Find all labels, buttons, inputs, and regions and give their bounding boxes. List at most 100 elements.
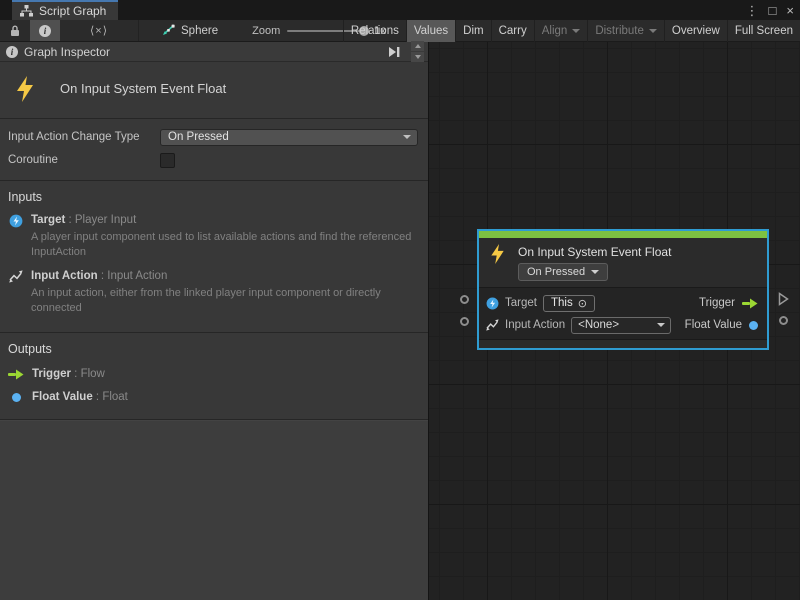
chevron-down-icon <box>403 135 411 139</box>
full-screen-button[interactable]: Full Screen <box>727 20 800 42</box>
graph-reference-button[interactable]: Sphere <box>153 20 226 41</box>
port-type: Flow <box>81 368 105 380</box>
coroutine-label: Coroutine <box>8 154 160 166</box>
float-value-output-port[interactable] <box>779 316 788 325</box>
chevron-down-icon <box>657 323 665 327</box>
list-item: Trigger : Flow <box>0 363 428 386</box>
tab-script-graph[interactable]: Script Graph <box>12 0 118 20</box>
toolbar: i ⟨×⟩ Sphere Zoom 1x Relations Values Di… <box>0 20 800 42</box>
graph-reference-label: Sphere <box>181 25 218 37</box>
input-action-dropdown[interactable]: <None> <box>571 317 671 334</box>
type-separator: : <box>65 214 75 226</box>
change-type-label: Input Action Change Type <box>8 131 160 143</box>
flow-arrow-icon <box>8 369 24 380</box>
align-button[interactable]: Align <box>534 20 588 42</box>
graph-canvas[interactable]: On Input System Event Float On Pressed <box>429 42 800 600</box>
tab-label: Script Graph <box>39 4 106 18</box>
chevron-down-icon <box>591 270 599 274</box>
node-change-type-dropdown[interactable]: On Pressed <box>518 263 608 281</box>
change-type-value: On Pressed <box>168 131 229 143</box>
change-type-dropdown[interactable]: On Pressed <box>160 129 418 146</box>
outputs-section: Outputs Trigger : Flow Floa <box>0 333 428 420</box>
object-picker-icon[interactable]: ⊙ <box>578 297 587 310</box>
float-port-icon[interactable] <box>749 321 758 330</box>
inspected-node-summary: On Input System Event Float <box>0 62 428 119</box>
script-graph-icon <box>161 24 175 37</box>
flow-arrow-icon[interactable] <box>742 298 758 309</box>
script-graph-window: Script Graph ⋮ □ × i ⟨×⟩ Sphe <box>0 0 800 600</box>
trigger-port-label: Trigger <box>699 297 735 309</box>
player-input-port-icon <box>486 297 499 310</box>
inspector-spinner <box>411 41 424 63</box>
port-name: Target <box>31 214 65 226</box>
input-action-input-port[interactable] <box>460 317 469 326</box>
port-name: Trigger <box>32 368 71 380</box>
lock-icon <box>10 25 20 37</box>
inputs-section-title: Inputs <box>0 187 428 211</box>
node-title: On Input System Event Float <box>518 243 671 259</box>
node-event-accent-bar <box>479 231 767 238</box>
relations-button[interactable]: Relations <box>343 20 406 42</box>
dim-button[interactable]: Dim <box>455 20 490 42</box>
float-value-port-label: Float Value <box>685 319 742 331</box>
type-separator: : <box>71 368 81 380</box>
node-header[interactable]: On Input System Event Float On Pressed <box>479 238 767 287</box>
node-row-input-action: Input Action <None> Float Value <box>486 314 758 336</box>
port-type: Input Action <box>107 270 167 282</box>
graph-hierarchy-icon <box>20 5 33 17</box>
event-bolt-icon <box>489 243 506 265</box>
input-action-port-icon <box>486 319 499 331</box>
panel-dock-icon[interactable] <box>387 46 401 58</box>
inspector-header: i Graph Inspector <box>0 42 428 62</box>
distribute-label: Distribute <box>595 25 644 37</box>
zoom-label: Zoom <box>252 25 280 37</box>
inspector-fields: Input Action Change Type On Pressed Coro… <box>0 119 428 181</box>
target-object-field[interactable]: This ⊙ <box>543 295 595 312</box>
node-row-target: Target This ⊙ Trigger <box>486 292 758 314</box>
port-type: Float <box>102 391 128 403</box>
node-change-type-value: On Pressed <box>527 266 585 278</box>
info-icon: i <box>39 25 51 37</box>
list-item: Input Action : Input Action An input act… <box>0 267 428 323</box>
inputs-section: Inputs Target : Player Input A player in… <box>0 181 428 333</box>
float-port-icon <box>8 393 24 402</box>
chevron-down-icon <box>572 29 580 33</box>
toolbar-right-group: Relations Values Dim Carry Align Distrib… <box>343 20 800 42</box>
trigger-output-port[interactable] <box>778 292 789 311</box>
carry-button[interactable]: Carry <box>491 20 534 42</box>
scroll-down-button[interactable] <box>411 52 424 62</box>
input-action-port-icon <box>8 269 23 317</box>
graph-inspector-panel: i Graph Inspector On Input System <box>0 42 429 600</box>
coroutine-checkbox[interactable] <box>160 153 175 168</box>
type-separator: : <box>93 391 103 403</box>
lock-button[interactable] <box>0 20 30 41</box>
target-input-port[interactable] <box>460 295 469 304</box>
values-button[interactable]: Values <box>406 20 455 42</box>
distribute-button[interactable]: Distribute <box>587 20 664 42</box>
node-body: Target This ⊙ Trigger <box>479 287 767 339</box>
scroll-up-button[interactable] <box>411 41 424 51</box>
maximize-icon[interactable]: □ <box>769 4 777 17</box>
target-port-label: Target <box>505 297 537 309</box>
input-action-value: <None> <box>578 319 619 331</box>
type-separator: : <box>98 270 108 282</box>
info-icon: i <box>6 46 18 58</box>
align-label: Align <box>542 25 568 37</box>
overview-button[interactable]: Overview <box>664 20 727 42</box>
window-controls: ⋮ □ × <box>746 0 794 20</box>
port-description: A player input component used to list av… <box>31 230 413 261</box>
tab-bar: Script Graph ⋮ □ × <box>0 0 800 20</box>
inspector-toggle-button[interactable]: i <box>30 20 60 41</box>
port-type: Player Input <box>75 214 136 226</box>
toolbar-separator <box>138 20 139 41</box>
node-footer <box>479 339 767 348</box>
inspector-title: Graph Inspector <box>24 45 381 59</box>
code-view-button[interactable]: ⟨×⟩ <box>82 20 116 41</box>
chevron-down-icon <box>649 29 657 33</box>
close-icon[interactable]: × <box>786 4 794 17</box>
node-on-input-system-event-float[interactable]: On Input System Event Float On Pressed <box>477 229 769 350</box>
target-object-value: This <box>551 297 573 309</box>
input-action-port-label: Input Action <box>505 319 565 331</box>
window-menu-icon[interactable]: ⋮ <box>746 4 759 17</box>
inspector-empty-area <box>0 420 428 600</box>
